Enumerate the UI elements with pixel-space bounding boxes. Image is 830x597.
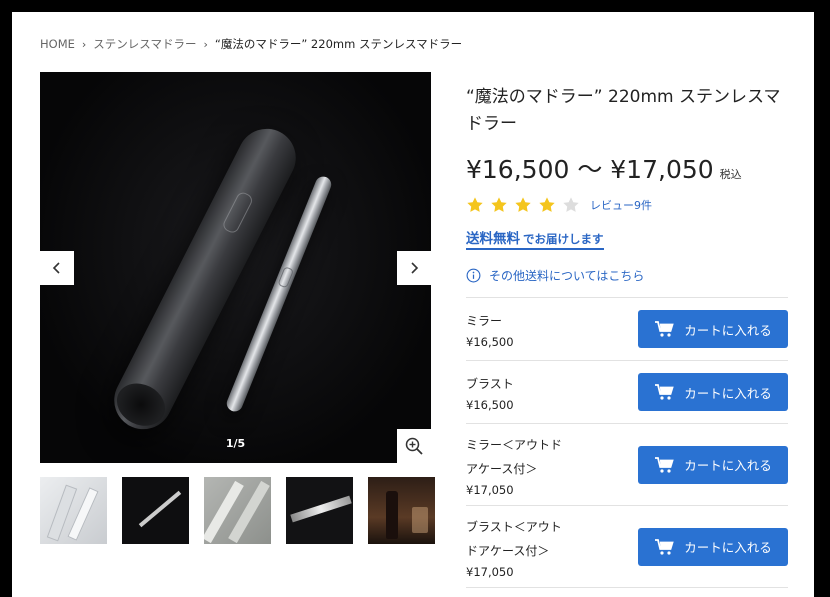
- review-link[interactable]: レビュー9件: [590, 197, 652, 213]
- variant-price: ¥17,050: [466, 482, 514, 497]
- add-to-cart-label: カートに入れる: [684, 385, 772, 401]
- variant-row: ブラスト ¥16,500 カートに入れる: [466, 361, 788, 424]
- variant-row: ブラスト＜アウト ドアケース付＞ ¥17,050 カートに入れる: [466, 506, 788, 588]
- star-filled-icon: [467, 197, 483, 212]
- cart-icon: [655, 538, 674, 555]
- variant-list: ミラー ¥16,500 カートに入れる ブラスト ¥16,500 カートに入れる…: [466, 297, 788, 588]
- add-to-cart-label: カートに入れる: [684, 322, 772, 338]
- variant-price: ¥17,050: [466, 564, 514, 579]
- product-page: HOME › ステンレスマドラー › “魔法のマドラー” 220mm ステンレス…: [12, 12, 814, 597]
- chevron-left-icon: [52, 262, 60, 274]
- add-to-cart-label: カートに入れる: [684, 540, 772, 555]
- cart-icon: [655, 321, 674, 337]
- gallery-next-button[interactable]: [397, 251, 431, 285]
- zoom-button[interactable]: [397, 429, 431, 463]
- free-shipping-banner: 送料無料 でお届けします: [466, 227, 604, 250]
- variant-row: ミラー＜アウトド アケース付＞ ¥17,050 カートに入れる: [466, 424, 788, 506]
- breadcrumb-home[interactable]: HOME: [40, 37, 75, 51]
- add-to-cart-button[interactable]: カートに入れる: [638, 445, 788, 484]
- other-shipping-link[interactable]: その他送料についてはこちら: [466, 267, 788, 284]
- thumbnail-3[interactable]: [204, 477, 271, 544]
- breadcrumb-separator: ›: [203, 37, 208, 51]
- gallery-counter: 1/5: [225, 437, 246, 450]
- logo-mark: [221, 190, 255, 235]
- zoom-in-icon: [405, 437, 423, 455]
- star-filled-icon: [515, 197, 531, 212]
- gallery-prev-button[interactable]: [40, 251, 74, 285]
- variant-row: ミラー ¥16,500 カートに入れる: [466, 298, 788, 361]
- breadcrumb: HOME › ステンレスマドラー › “魔法のマドラー” 220mm ステンレス…: [40, 36, 462, 52]
- variant-price: ¥16,500: [466, 335, 514, 349]
- tax-label: 税込: [719, 168, 742, 181]
- add-to-cart-button[interactable]: カートに入れる: [638, 527, 788, 566]
- thumbnail-2[interactable]: [122, 477, 189, 544]
- variant-price: ¥16,500: [466, 398, 514, 412]
- variant-name: ブラスト＜アウト: [466, 519, 562, 534]
- thumbnail-5[interactable]: [368, 477, 435, 544]
- other-shipping-text: その他送料についてはこちら: [489, 269, 645, 283]
- info-icon: [466, 268, 481, 283]
- variant-name: ブラスト: [466, 377, 514, 391]
- free-shipping-label: 送料無料: [466, 231, 520, 247]
- add-to-cart-button[interactable]: カートに入れる: [638, 373, 788, 411]
- star-filled-icon: [491, 197, 507, 212]
- rating-row: レビュー9件: [466, 196, 788, 214]
- product-info: “魔法のマドラー” 220mm ステンレスマドラー ¥16,500 〜 ¥17,…: [466, 84, 788, 284]
- free-shipping-sub: でお届けします: [523, 232, 604, 246]
- add-to-cart-button[interactable]: カートに入れる: [638, 310, 788, 348]
- variant-name: ミラー＜アウトド: [466, 437, 563, 452]
- thumbnail-strip: [40, 477, 435, 544]
- chevron-right-icon: [411, 262, 419, 274]
- variant-text: ミラー＜アウトド アケース付＞ ¥17,050: [466, 433, 562, 497]
- breadcrumb-current: “魔法のマドラー” 220mm ステンレスマドラー: [214, 37, 463, 51]
- variant-name: アケース付＞: [466, 461, 538, 476]
- price-row: ¥16,500 〜 ¥17,050 税込: [466, 150, 788, 186]
- variant-text: ブラスト ¥16,500: [466, 372, 514, 412]
- logo-mark: [277, 266, 295, 289]
- price-range: ¥16,500 〜 ¥17,050: [466, 155, 714, 184]
- product-title: “魔法のマドラー” 220mm ステンレスマドラー: [466, 87, 781, 134]
- thumbnail-4[interactable]: [286, 477, 353, 544]
- variant-text: ブラスト＜アウト ドアケース付＞ ¥17,050: [466, 515, 562, 579]
- variant-name: ドアケース付＞: [466, 543, 550, 558]
- add-to-cart-label: カートに入れる: [684, 458, 772, 473]
- star-empty-icon: [563, 197, 579, 212]
- thumbnail-1[interactable]: [40, 477, 107, 544]
- product-image-gallery[interactable]: 1/5: [40, 72, 431, 463]
- cart-icon: [655, 456, 674, 473]
- variant-name: ミラー: [466, 314, 503, 328]
- cart-icon: [655, 384, 674, 400]
- star-filled-icon: [539, 197, 555, 212]
- variant-text: ミラー ¥16,500: [466, 309, 514, 349]
- breadcrumb-separator: ›: [81, 37, 87, 51]
- breadcrumb-category[interactable]: ステンレスマドラー: [93, 36, 196, 52]
- tube-end: [109, 375, 173, 434]
